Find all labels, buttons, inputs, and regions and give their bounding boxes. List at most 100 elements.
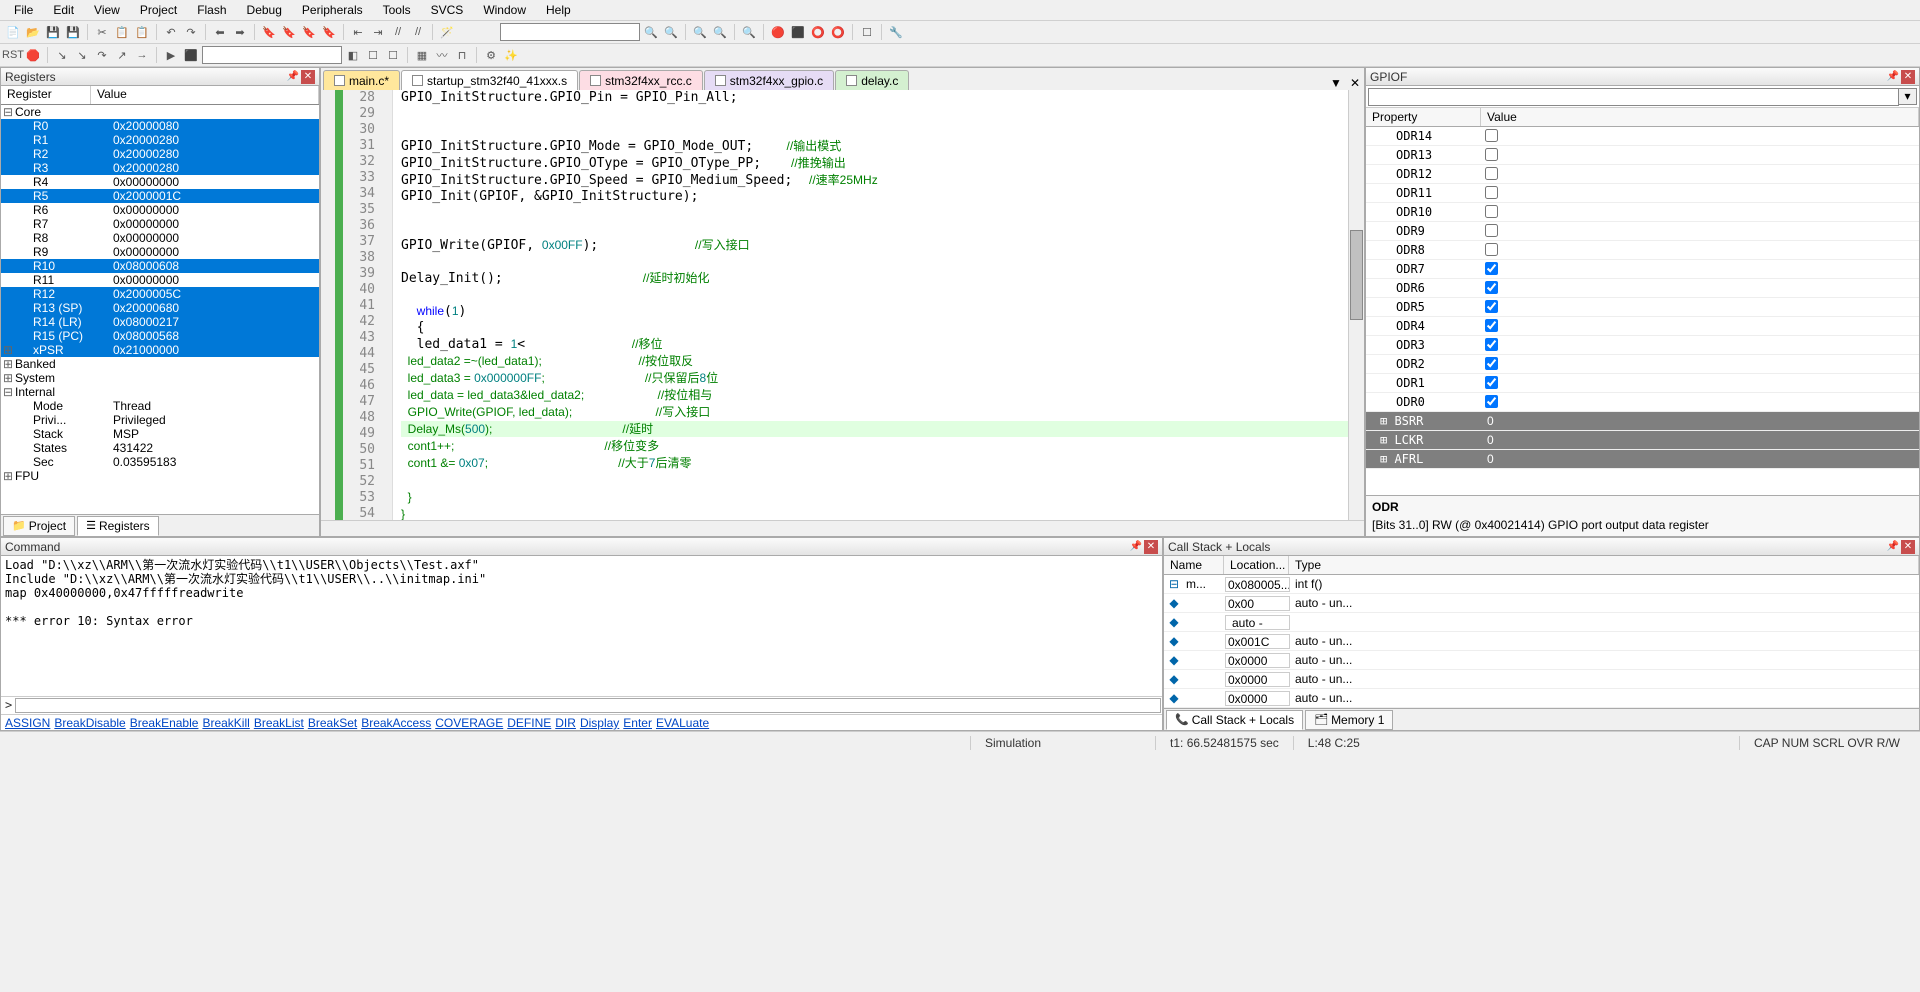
menu-view[interactable]: View	[84, 1, 130, 19]
menu-edit[interactable]: Edit	[43, 1, 84, 19]
reg-R0[interactable]: R00x20000080	[1, 119, 319, 133]
window-dd-icon[interactable]: ☐	[384, 46, 402, 64]
wrench-icon[interactable]: 🔧	[887, 23, 905, 41]
hint-evaluate[interactable]: EVALuate	[656, 716, 709, 730]
bookmark-clear-icon[interactable]: 🔖	[320, 23, 338, 41]
gpio-ODR0-check[interactable]	[1485, 395, 1498, 408]
gpio-ODR11-check[interactable]	[1485, 186, 1498, 199]
cut-icon[interactable]: ✂	[93, 23, 111, 41]
gpio-ODR8-check[interactable]	[1485, 243, 1498, 256]
registers-tree[interactable]: ⊟CoreR00x20000080R10x20000280R20x2000028…	[1, 105, 319, 483]
hint-breaklist[interactable]: BreakList	[254, 716, 304, 730]
reg-FPU[interactable]: ⊞FPU	[1, 469, 319, 483]
target-combo[interactable]	[202, 46, 342, 64]
pin-icon[interactable]: 📌	[1886, 70, 1900, 84]
scrollbar-vertical[interactable]	[1348, 90, 1364, 520]
hint-breakdisable[interactable]: BreakDisable	[54, 716, 125, 730]
paste-icon[interactable]: 📋	[133, 23, 151, 41]
pin-icon[interactable]: 📌	[1129, 540, 1143, 554]
hint-coverage[interactable]: COVERAGE	[435, 716, 503, 730]
gpio-ODR9-check[interactable]	[1485, 224, 1498, 237]
reg-R5[interactable]: R50x2000001C	[1, 189, 319, 203]
hint-breakenable[interactable]: BreakEnable	[130, 716, 199, 730]
menu-window[interactable]: Window	[473, 1, 536, 19]
indent-in-icon[interactable]: ⇥	[369, 23, 387, 41]
gpiof-dropdown-icon[interactable]: ▾	[1899, 88, 1917, 105]
scrollbar-horizontal[interactable]	[321, 520, 1364, 536]
reg-Internal[interactable]: ⊟Internal	[1, 385, 319, 399]
gpiof-col-property[interactable]: Property	[1366, 108, 1481, 126]
nav-back-icon[interactable]: ⬅	[211, 23, 229, 41]
reg-R15PC[interactable]: R15 (PC)0x08000568	[1, 329, 319, 343]
gpio-ODR10[interactable]: ODR10	[1366, 203, 1919, 222]
gpio-ODR12-check[interactable]	[1485, 167, 1498, 180]
menu-peripherals[interactable]: Peripherals	[292, 1, 373, 19]
reg-R13SP[interactable]: R13 (SP)0x20000680	[1, 301, 319, 315]
editor-tab-4[interactable]: delay.c	[835, 70, 909, 90]
tab-registers[interactable]: ☰ Registers	[77, 516, 159, 536]
step-icon[interactable]: ↘	[53, 46, 71, 64]
hint-display[interactable]: Display	[580, 716, 619, 730]
cs-row[interactable]: ◆auto - un...	[1164, 613, 1919, 632]
menu-flash[interactable]: Flash	[187, 1, 236, 19]
reg-R6[interactable]: R60x00000000	[1, 203, 319, 217]
step-over-icon[interactable]: ↷	[93, 46, 111, 64]
gpio-ODR6[interactable]: ODR6	[1366, 279, 1919, 298]
gpio-ODR5[interactable]: ODR5	[1366, 298, 1919, 317]
command-output[interactable]: Load "D:\\xz\\ARM\\第一次流水灯实验代码\\t1\\USER\…	[1, 556, 1162, 630]
reg-R8[interactable]: R80x00000000	[1, 231, 319, 245]
tab-memory1[interactable]: 🗂 Memory 1	[1305, 710, 1393, 730]
menu-file[interactable]: File	[4, 1, 43, 19]
reg-R1[interactable]: R10x20000280	[1, 133, 319, 147]
gpio-ODR12[interactable]: ODR12	[1366, 165, 1919, 184]
hint-breakaccess[interactable]: BreakAccess	[361, 716, 431, 730]
gpio-ODR1-check[interactable]	[1485, 376, 1498, 389]
command-input[interactable]	[15, 698, 1161, 713]
gpio-ODR11[interactable]: ODR11	[1366, 184, 1919, 203]
gpio-ODR10-check[interactable]	[1485, 205, 1498, 218]
hint-assign[interactable]: ASSIGN	[5, 716, 50, 730]
hint-enter[interactable]: Enter	[623, 716, 652, 730]
wand-icon[interactable]: 🪄	[438, 23, 456, 41]
uncomment-icon[interactable]: //	[409, 23, 427, 41]
gpio-ODR7-check[interactable]	[1485, 262, 1498, 275]
copy-icon[interactable]: 📋	[113, 23, 131, 41]
bookmark-prev-icon[interactable]: 🔖	[280, 23, 298, 41]
gpio-ODR4[interactable]: ODR4	[1366, 317, 1919, 336]
hint-breakset[interactable]: BreakSet	[308, 716, 357, 730]
pin-icon[interactable]: 📌	[286, 70, 300, 84]
gpio-ODR2-check[interactable]	[1485, 357, 1498, 370]
cs-row[interactable]: ⊟m...0x080005...int f()	[1164, 575, 1919, 594]
gpio-ODR14[interactable]: ODR14	[1366, 127, 1919, 146]
cs-col-type[interactable]: Type	[1289, 556, 1919, 574]
spark-dd-icon[interactable]: ✨	[502, 46, 520, 64]
save-icon[interactable]: 💾	[44, 23, 62, 41]
stop-icon[interactable]: ⬛	[789, 23, 807, 41]
gpio-ODR8[interactable]: ODR8	[1366, 241, 1919, 260]
grid-dd-icon[interactable]: ▦	[413, 46, 431, 64]
reg-R10[interactable]: R100x08000608	[1, 259, 319, 273]
cs-row[interactable]: ◆0x0000auto - un...	[1164, 651, 1919, 670]
cs-row[interactable]: ◆0x001Cauto - un...	[1164, 632, 1919, 651]
gpio-ODR0[interactable]: ODR0	[1366, 393, 1919, 412]
gpio-ODR13-check[interactable]	[1485, 148, 1498, 161]
close-icon[interactable]: ✕	[1901, 540, 1915, 554]
reg-R14LR[interactable]: R14 (LR)0x08000217	[1, 315, 319, 329]
comment-icon[interactable]: //	[389, 23, 407, 41]
reg-R9[interactable]: R90x00000000	[1, 245, 319, 259]
reg-R7[interactable]: R70x00000000	[1, 217, 319, 231]
reg-Stack[interactable]: StackMSP	[1, 427, 319, 441]
record-red-icon[interactable]: 🔴	[769, 23, 787, 41]
gpio-ODR14-check[interactable]	[1485, 129, 1498, 142]
reg-R2[interactable]: R20x20000280	[1, 147, 319, 161]
reg-States[interactable]: States431422	[1, 441, 319, 455]
tab-dropdown-icon[interactable]: ▼	[1326, 76, 1346, 90]
nav-fwd-icon[interactable]: ➡	[231, 23, 249, 41]
gpiof-selector[interactable]	[1368, 88, 1899, 106]
gpio-ODR3-check[interactable]	[1485, 338, 1498, 351]
rst-label-icon[interactable]: RST	[4, 46, 22, 64]
reg-Core[interactable]: ⊟Core	[1, 105, 319, 119]
reg-R12[interactable]: R120x2000005C	[1, 287, 319, 301]
gpio-ODR1[interactable]: ODR1	[1366, 374, 1919, 393]
reg-R11[interactable]: R110x00000000	[1, 273, 319, 287]
